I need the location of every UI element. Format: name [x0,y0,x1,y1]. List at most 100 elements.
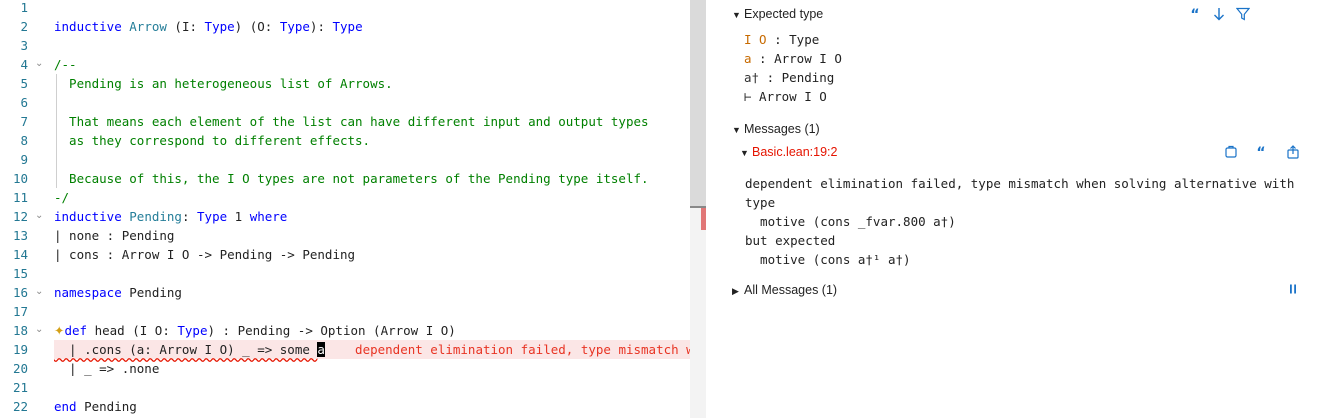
code-line[interactable]: 20 | _ => .none [0,359,706,378]
all-messages-header[interactable]: ▶ All Messages (1) [732,283,837,297]
code-token: | _ => .none [54,361,160,376]
quote-icon[interactable]: “ [1186,6,1204,24]
code-text[interactable]: inductive Pending: Type 1 where [54,207,287,226]
quote-icon[interactable]: “ [1252,144,1270,162]
hypothesis-row[interactable]: a : Arrow I O [744,49,842,68]
code-token: Pending [76,399,137,414]
code-line[interactable]: 9 [0,150,706,169]
code-line[interactable]: 16 ⌄ namespace Pending [0,283,706,302]
code-line[interactable]: 8 as they correspond to different effect… [0,131,706,150]
line-number: 18 [12,323,28,338]
code-line[interactable]: 13 | none : Pending [0,226,706,245]
message-line: dependent elimination failed, type misma… [745,176,1295,191]
code-token: -/ [54,190,70,205]
indent-guide [56,150,57,169]
line-number: 17 [12,304,28,319]
code-line[interactable]: 1 [0,0,706,17]
code-token: ) : Pending -> Option (Arrow I O) [207,323,456,338]
code-line[interactable]: 15 [0,264,706,283]
code-token: head (I O: [87,323,178,338]
code-token: def [64,323,88,338]
expand-triangle-icon: ▼ [740,148,749,158]
scrollbar-error-marker [701,208,706,230]
code-line[interactable]: 2 inductive Arrow (I: Type) (O: Type): Ty… [0,17,706,36]
code-token: : [181,209,198,224]
filter-icon[interactable] [1234,6,1252,24]
line-number: 14 [12,247,28,262]
code-text[interactable]: | none : Pending [54,226,174,245]
code-line[interactable]: 22 end Pending [0,397,706,416]
code-line[interactable]: 17 [0,302,706,321]
line-number: 10 [12,171,28,186]
pause-icon[interactable] [1284,282,1302,300]
line-number: 5 [20,76,28,91]
go-to-location-icon[interactable] [1284,144,1302,162]
hypothesis-row[interactable]: I O : Type [744,30,819,49]
code-text[interactable]: | .cons (a: Arrow I O) _ => some a depen… [54,340,694,359]
code-line[interactable]: 3 [0,36,706,55]
fold-chevron-icon[interactable]: ⌄ [35,211,45,221]
scrollbar-thumb[interactable] [690,0,706,206]
indent-guide [56,93,57,112]
code-text[interactable]: inductive Arrow (I: Type) (O: Type): Typ… [54,17,363,36]
code-line[interactable]: 21 [0,378,706,397]
code-token: inductive [54,209,122,224]
code-line[interactable]: 11 -/ [0,188,706,207]
editor-scrollbar[interactable] [690,0,706,418]
code-line[interactable]: 5 Pending is an heterogeneous list of Ar… [0,74,706,93]
message-line: but expected [745,233,836,248]
code-line[interactable]: 7 That means each element of the list ca… [0,112,706,131]
code-text[interactable]: | cons : Arrow I O -> Pending -> Pending [54,245,355,264]
code-text[interactable]: -/ [54,188,69,207]
code-text[interactable]: | _ => .none [54,359,159,378]
code-token: Type [279,19,310,34]
code-token: 1 [227,209,250,224]
code-line[interactable]: 6 [0,93,706,112]
code-text[interactable]: ✦def head (I O: Type) : Pending -> Optio… [54,321,456,340]
code-token: Type [204,19,235,34]
code-token: a [317,342,325,357]
arrow-down-icon[interactable] [1210,6,1228,24]
code-line[interactable]: 18 ⌄ ✦def head (I O: Type) : Pending -> Op… [0,321,706,340]
line-number: 19 [12,342,28,357]
fold-chevron-icon[interactable]: ⌄ [35,59,45,69]
code-text[interactable]: That means each element of the list can … [54,112,649,131]
code-text[interactable]: as they correspond to different effects. [54,131,370,150]
code-token: That means each element of the list can … [54,114,649,129]
message-location-row[interactable]: ▼ Basic.lean:19:2 [740,145,837,159]
code-text[interactable]: Pending is an heterogeneous list of Arro… [54,74,393,93]
copy-to-comment-icon[interactable] [1222,144,1240,162]
code-text[interactable]: /-- [54,55,77,74]
code-token: /-- [54,57,77,72]
line-number: 15 [12,266,28,281]
message-line: motive (cons _fvar.800 a†) [745,214,956,229]
code-text[interactable]: namespace Pending [54,283,182,302]
code-line[interactable]: 14 | cons : Arrow I O -> Pending -> Pendi… [0,245,706,264]
fold-chevron-icon[interactable]: ⌄ [35,325,45,335]
lightbulb-sparkle-icon[interactable]: ✦ [54,323,64,338]
code-line[interactable]: 10 Because of this, the I O types are no… [0,169,706,188]
code-token: Type [332,19,363,34]
code-editor[interactable]: 1 2 inductive Arrow (I: Type) (O: Type): T… [0,0,706,418]
code-token: Pending [129,209,182,224]
code-line-error[interactable]: 19 | .cons (a: Arrow I O) _ => some a de… [0,340,706,359]
line-number: 16 [12,285,28,300]
lean-infoview: ▼ Expected type “ I O : Type a : Arrow I … [708,0,1324,418]
line-number: 3 [20,38,28,53]
fold-chevron-icon[interactable]: ⌄ [35,287,45,297]
line-number: 13 [12,228,28,243]
collapsed-triangle-icon: ▶ [732,286,739,296]
goal-row[interactable]: ⊢ Arrow I O [744,87,827,106]
code-text[interactable]: Because of this, the I O types are not p… [54,169,648,188]
code-line[interactable]: 4 ⌄ /-- [0,55,706,74]
code-line[interactable]: 12 ⌄ inductive Pending: Type 1 where [0,207,706,226]
messages-header[interactable]: ▼ Messages (1) [732,122,820,136]
hypothesis-row[interactable]: a† : Pending [744,68,834,87]
expected-type-header[interactable]: ▼ Expected type [732,7,823,21]
message-location-link[interactable]: Basic.lean:19:2 [752,145,837,159]
code-token: namespace [54,285,122,300]
code-text[interactable]: end Pending [54,397,137,416]
expand-triangle-icon: ▼ [732,10,741,20]
code-token: Pending [121,285,182,300]
line-number: 12 [12,209,28,224]
